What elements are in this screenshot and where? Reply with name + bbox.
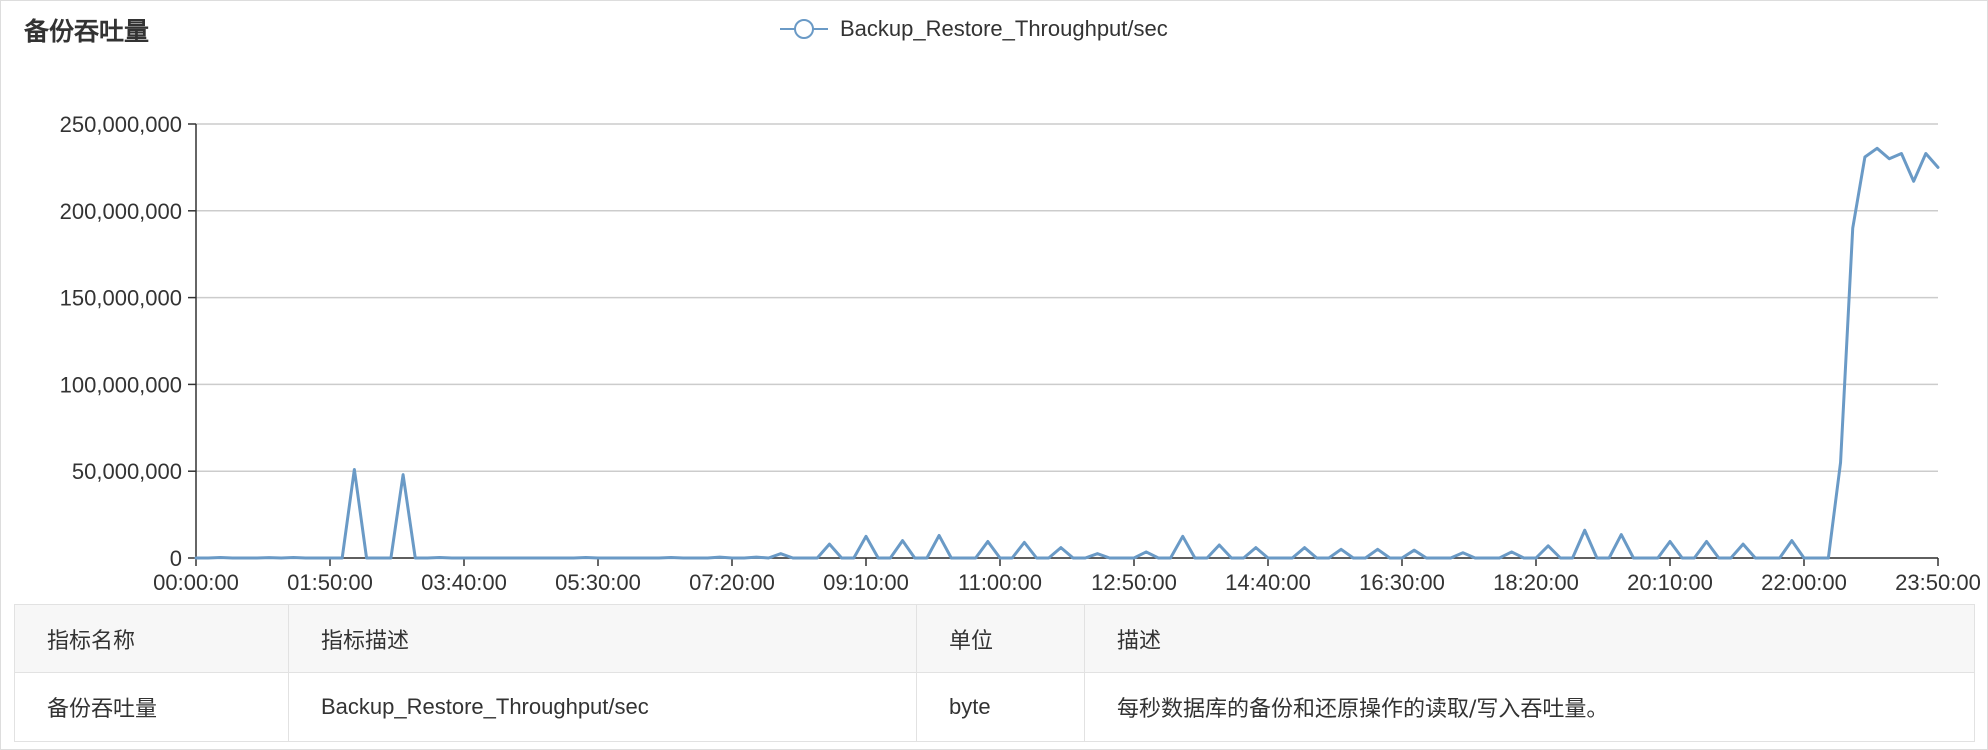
x-tick-label: 22:00:00 — [1761, 570, 1847, 595]
cell-metric-description: Backup_Restore_Throughput/sec — [288, 672, 917, 742]
axes — [188, 123, 1939, 566]
x-tick-label: 11:00:00 — [958, 570, 1042, 595]
series-layer — [194, 146, 1940, 560]
legend-line-circle-icon — [780, 19, 828, 39]
header-unit: 单位 — [916, 604, 1085, 673]
y-tick-label: 0 — [170, 546, 182, 571]
x-tick-label: 23:50:00 — [1895, 570, 1981, 595]
x-tick-label: 03:40:00 — [421, 570, 507, 595]
grid-lines — [196, 123, 1938, 559]
chart-legend[interactable]: Backup_Restore_Throughput/sec — [778, 12, 1168, 46]
y-tick-label: 250,000,000 — [60, 112, 182, 137]
x-tick-label: 05:30:00 — [555, 570, 641, 595]
y-tick-label: 50,000,000 — [72, 459, 182, 484]
table-header-row: 指标名称 指标描述 单位 描述 — [14, 604, 1975, 673]
series-0 — [194, 146, 1940, 560]
series-line — [194, 146, 1940, 560]
header-metric-name: 指标名称 — [14, 604, 289, 673]
cell-description: 每秒数据库的备份和还原操作的读取/写入吞吐量。 — [1084, 672, 1975, 742]
table-row: 备份吞吐量 Backup_Restore_Throughput/sec byte… — [14, 672, 1975, 742]
throughput-line-chart: 0 50,000,000 100,000,000 150,000,000 200,000… — [60, 112, 1981, 595]
x-tick-label: 18:20:00 — [1493, 570, 1579, 595]
x-tick-label: 20:10:00 — [1627, 570, 1713, 595]
x-tick-label: 09:10:00 — [823, 570, 909, 595]
x-tick-label: 01:50:00 — [287, 570, 373, 595]
cell-unit: byte — [916, 672, 1085, 742]
y-tick-label: 100,000,000 — [60, 372, 182, 397]
panel-title: 备份吞吐量 — [24, 17, 150, 46]
x-tick-label: 00:00:00 — [153, 570, 239, 595]
header-description: 描述 — [1084, 604, 1975, 673]
legend-label: Backup_Restore_Throughput/sec — [840, 16, 1168, 41]
y-tick-label: 150,000,000 — [60, 286, 182, 311]
metric-table: 指标名称 指标描述 单位 描述 备份吞吐量 Backup_Restore_Thr… — [14, 604, 1975, 742]
header-metric-description: 指标描述 — [288, 604, 917, 673]
x-tick-label: 14:40:00 — [1225, 570, 1311, 595]
x-tick-label: 16:30:00 — [1359, 570, 1445, 595]
y-axis-tick-labels: 0 50,000,000 100,000,000 150,000,000 200,000… — [60, 112, 182, 571]
x-tick-label: 07:20:00 — [689, 570, 775, 595]
x-tick-label: 12:50:00 — [1091, 570, 1177, 595]
x-axis-tick-labels: 00:00:00 01:50:00 03:40:00 05:30:00 07:20:00… — [153, 570, 1981, 595]
cell-metric-name: 备份吞吐量 — [14, 672, 289, 742]
y-tick-label: 200,000,000 — [60, 199, 182, 224]
